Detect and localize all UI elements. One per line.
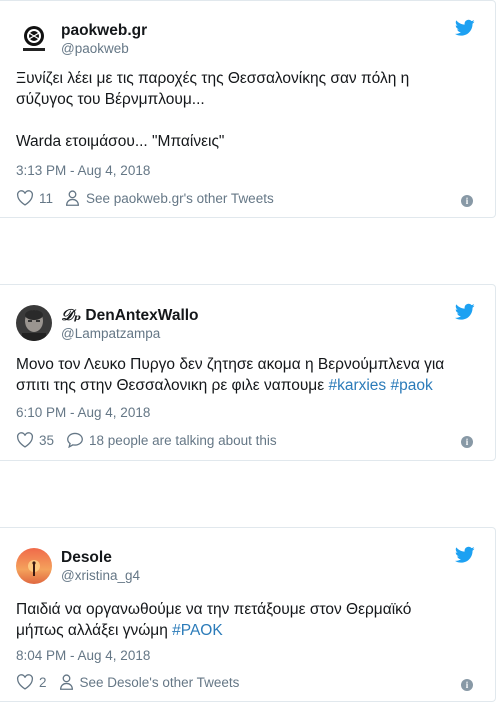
secondary-action-label: See Desole's other Tweets [79, 674, 240, 690]
see-other-tweets-link[interactable]: See Desole's other Tweets [59, 674, 240, 690]
tweet-text: Ξυνίζει λέει με τις παροχές της Θεσσαλον… [16, 68, 481, 152]
tweet-header: Desole @xristina_g4 [16, 546, 140, 586]
tweet-timestamp[interactable]: 8:04 PM - Aug 4, 2018 [16, 648, 150, 663]
tweet-actions: 11 See paokweb.gr's other Tweets [16, 190, 274, 206]
tweet-card-desole[interactable]: Desole @xristina_g4 Παιδιά να οργανωθούμ… [0, 527, 496, 702]
like-button[interactable]: 35 [16, 432, 54, 448]
hashtag-link[interactable]: #PAOK [172, 622, 223, 639]
author-name[interactable]: Desole [61, 548, 140, 567]
info-icon[interactable]: i [461, 436, 473, 448]
secondary-action-label: 18 people are talking about this [89, 432, 277, 448]
tweet-text-fragment: μήπως αλλάξει γνώμη [16, 622, 173, 639]
tweet-timestamp[interactable]: 6:10 PM - Aug 4, 2018 [16, 405, 150, 420]
secondary-action-label: See paokweb.gr's other Tweets [86, 190, 274, 206]
tweet-text-line: σύζυγος του Βέρνμπλουμ... [16, 91, 205, 108]
author-name[interactable]: 𝒟ₚ DenAntexWallo [61, 305, 199, 325]
like-count: 2 [39, 674, 47, 690]
tweet-card-paokweb[interactable]: paokweb.gr @paokweb Ξυνίζει λέει με τις … [0, 0, 496, 218]
tweet-timestamp[interactable]: 3:13 PM - Aug 4, 2018 [16, 163, 150, 178]
tweet-header: 𝒟ₚ DenAntexWallo @Lampatzampa [16, 303, 199, 343]
twitter-bird-icon[interactable] [455, 19, 475, 37]
tweet-text: Παιδιά να οργανωθούμε να την πετάξουμε σ… [16, 599, 481, 641]
author-name[interactable]: paokweb.gr [61, 21, 147, 40]
tweet-text-fragment: σπιτι της στην Θεσσαλονικη ρε φιλε ναπου… [16, 377, 329, 394]
author-name-text: DenAntexWallo [85, 306, 199, 324]
conversation-link[interactable]: 18 people are talking about this [66, 432, 277, 448]
tweet-text-line: Ξυνίζει λέει με τις παροχές της Θεσσαλον… [16, 70, 410, 87]
heart-icon [17, 432, 33, 448]
person-icon [66, 190, 79, 206]
hashtag-link[interactable]: #paok [390, 377, 432, 394]
paok-logo-icon[interactable] [16, 21, 52, 57]
tweet-text: Μονο τον Λευκο Πυργο δεν ζητησε ακομα η … [16, 354, 481, 396]
tweet-text-line: Warda ετοιμάσου... "Μπαίνεις" [16, 133, 225, 150]
name-emblem: 𝒟ₚ [61, 304, 82, 324]
author-handle[interactable]: @xristina_g4 [61, 567, 140, 584]
info-icon[interactable]: i [461, 679, 473, 691]
like-button[interactable]: 2 [16, 674, 47, 690]
hashtag-link[interactable]: #karxies [328, 377, 386, 394]
tweet-text-line: Μονο τον Λευκο Πυργο δεν ζητησε ακομα η … [16, 356, 445, 373]
person-icon [59, 674, 73, 690]
heart-icon [17, 674, 33, 690]
heart-icon [17, 190, 33, 206]
tweet-card-denantexwallo[interactable]: 𝒟ₚ DenAntexWallo @Lampatzampa Μονο τον Λ… [0, 284, 496, 461]
author-handle[interactable]: @paokweb [61, 40, 147, 57]
twitter-bird-icon[interactable] [455, 546, 475, 564]
speech-bubble-icon [67, 432, 83, 448]
sunset-photo-icon[interactable] [16, 548, 52, 584]
like-count: 35 [39, 432, 55, 448]
tweet-actions: 2 See Desole's other Tweets [16, 674, 239, 690]
tweet-text-line: σπιτι της στην Θεσσαλονικη ρε φιλε ναπου… [16, 375, 481, 396]
profile-photo-icon[interactable] [16, 305, 52, 341]
twitter-bird-icon[interactable] [455, 303, 475, 321]
tweet-header: paokweb.gr @paokweb [16, 19, 147, 59]
tweet-text-line: μήπως αλλάξει γνώμη #PAOK [16, 620, 481, 641]
see-other-tweets-link[interactable]: See paokweb.gr's other Tweets [65, 190, 274, 206]
info-icon[interactable]: i [461, 195, 473, 207]
like-count: 11 [39, 190, 54, 206]
tweet-actions: 35 18 people are talking about this [16, 432, 277, 448]
author-handle[interactable]: @Lampatzampa [61, 325, 199, 342]
like-button[interactable]: 11 [16, 190, 53, 206]
tweet-text-line: Παιδιά να οργανωθούμε να την πετάξουμε σ… [16, 601, 412, 618]
